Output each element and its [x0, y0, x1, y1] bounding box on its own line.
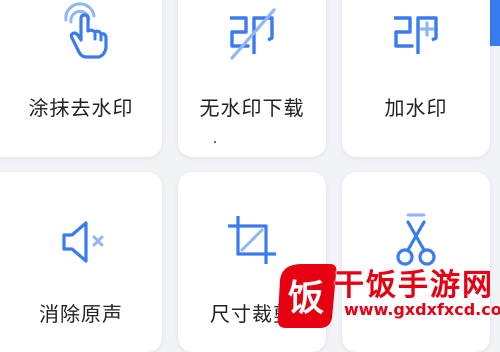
add-watermark-icon — [394, 16, 438, 54]
tool-card-smear-remove-watermark[interactable]: 涂抹去水印 — [0, 0, 162, 157]
tool-label: 加水印 — [384, 96, 448, 120]
tool-label: 无水印下载 — [199, 96, 305, 120]
stray-dot — [214, 141, 216, 143]
watermark-url: www.gxdxfxcd.com — [344, 300, 500, 319]
watermark-logo-char: 饭 — [288, 278, 324, 319]
no-watermark-icon — [230, 8, 276, 60]
tool-card-remove-audio[interactable]: 消除原声 — [0, 172, 162, 352]
tool-label: 消除原声 — [39, 302, 123, 326]
tool-card-no-watermark-download[interactable]: 无水印下载 — [178, 0, 326, 157]
tool-label: 涂抹去水印 — [28, 96, 134, 120]
tap-hand-icon — [64, 2, 108, 59]
watermark-brand: 干饭手游网 — [334, 268, 494, 303]
tool-card-add-watermark[interactable]: 加水印 — [342, 0, 490, 157]
mute-speaker-icon — [62, 221, 104, 263]
site-watermark: 饭 干饭手游网 www.gxdxfxcd.com — [272, 258, 500, 333]
watermark-logo-icon: 饭 — [277, 264, 337, 328]
